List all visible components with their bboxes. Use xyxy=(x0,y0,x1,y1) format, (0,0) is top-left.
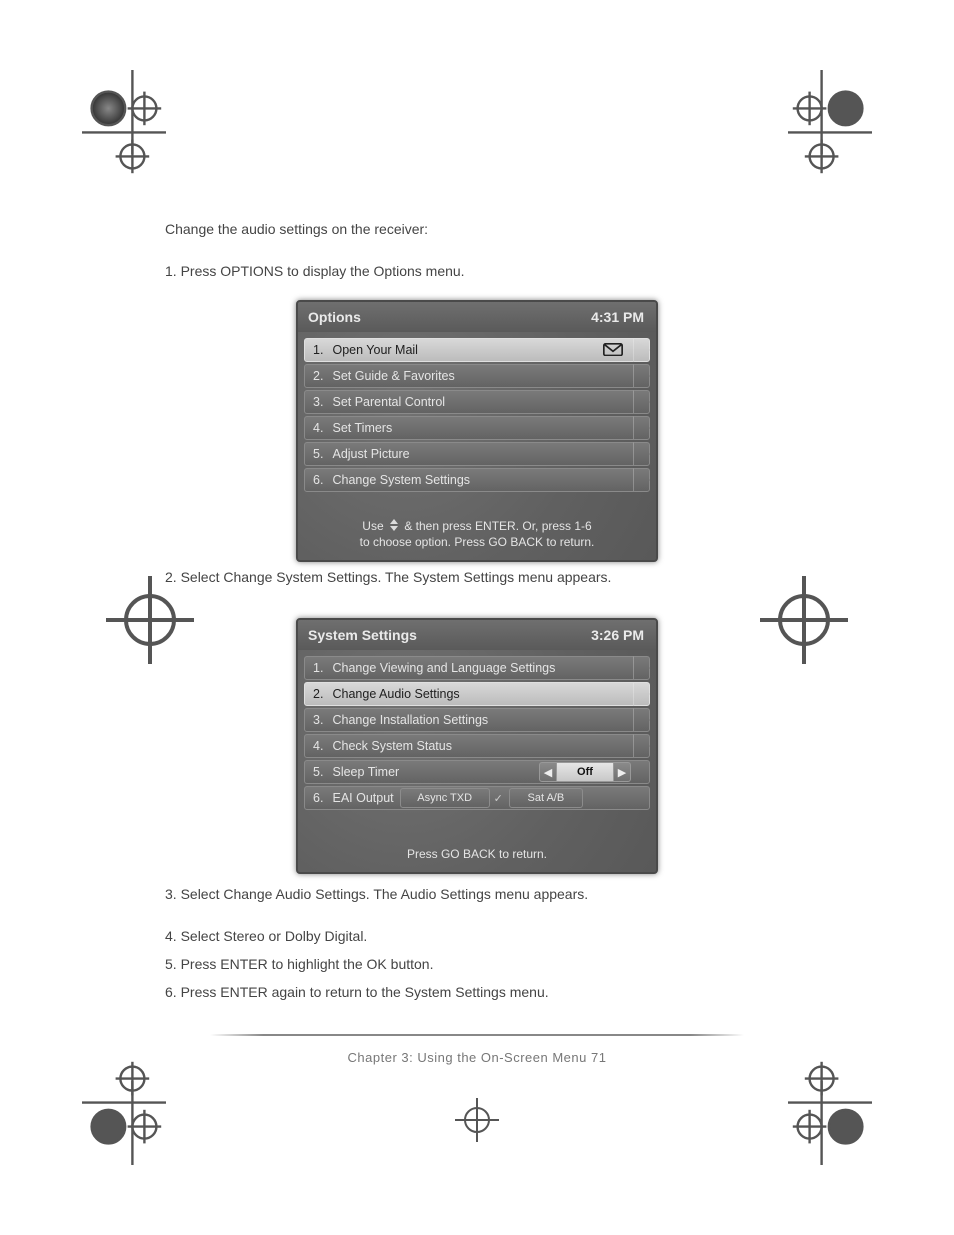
step-1: 1. Press OPTIONS to display the Options … xyxy=(165,262,805,281)
footer-text: Use xyxy=(362,519,387,533)
stepper-right-icon[interactable]: ▶ xyxy=(613,762,631,782)
options-row-1[interactable]: 1. Open Your Mail xyxy=(304,338,650,362)
row-number: 5. xyxy=(313,447,329,461)
row-number: 6. xyxy=(313,473,329,487)
row-label: Adjust Picture xyxy=(332,447,409,461)
row-number: 4. xyxy=(313,739,329,753)
options-header: Options 4:31 PM xyxy=(298,302,656,332)
chevron-right-icon xyxy=(633,338,650,362)
options-row-5[interactable]: 5. Adjust Picture xyxy=(304,442,650,466)
chevron-right-icon xyxy=(633,682,650,706)
stepper-left-icon[interactable]: ◀ xyxy=(539,762,557,782)
footer-text: Press GO BACK to return. xyxy=(407,846,547,862)
footer-rule xyxy=(210,1034,744,1036)
options-title: Options xyxy=(308,309,361,325)
settings-row-4[interactable]: 4. Check System Status xyxy=(304,734,650,758)
system-settings-clock: 3:26 PM xyxy=(591,627,644,643)
row-label: Change Audio Settings xyxy=(332,687,459,701)
row-number: 3. xyxy=(313,395,329,409)
step-6: 6. Press ENTER again to return to the Sy… xyxy=(165,983,805,1002)
row-label: Sleep Timer xyxy=(332,765,399,779)
check-icon: ✓ xyxy=(494,792,503,805)
row-label: Set Timers xyxy=(332,421,392,435)
row-label: Set Guide & Favorites xyxy=(332,369,454,383)
row-number: 6. xyxy=(313,791,329,805)
step-2: 2. Select Change System Settings. The Sy… xyxy=(165,568,805,587)
chevron-right-icon xyxy=(633,708,650,732)
up-down-arrows-icon xyxy=(387,518,401,532)
settings-row-5-sleep-timer[interactable]: 5. Sleep Timer ◀ Off ▶ xyxy=(304,760,650,784)
page-footer-label: Chapter 3: Using the On-Screen Menu 71 xyxy=(348,1050,607,1065)
options-panel: Options 4:31 PM 1. Open Your Mail 2. Set… xyxy=(296,300,658,562)
row-label: EAI Output xyxy=(332,791,393,805)
row-number: 1. xyxy=(313,661,329,675)
chevron-right-icon xyxy=(633,442,650,466)
options-row-2[interactable]: 2. Set Guide & Favorites xyxy=(304,364,650,388)
eai-sat-value[interactable]: Sat A/B xyxy=(509,788,583,808)
row-label: Change System Settings xyxy=(332,473,470,487)
row-label: Change Viewing and Language Settings xyxy=(332,661,555,675)
chevron-right-icon xyxy=(633,734,650,758)
options-row-3[interactable]: 3. Set Parental Control xyxy=(304,390,650,414)
chevron-right-icon xyxy=(633,390,650,414)
system-settings-title: System Settings xyxy=(308,627,417,643)
footer-text: to choose option. Press GO BACK to retur… xyxy=(360,535,595,549)
row-number: 2. xyxy=(313,687,329,701)
options-clock: 4:31 PM xyxy=(591,309,644,325)
system-settings-panel: System Settings 3:26 PM 1. Change Viewin… xyxy=(296,618,658,874)
paragraph-intro: Change the audio settings on the receive… xyxy=(165,220,805,239)
system-settings-footer: Press GO BACK to return. xyxy=(298,840,656,872)
registration-mark-br xyxy=(764,1045,884,1165)
system-settings-header: System Settings 3:26 PM xyxy=(298,620,656,650)
row-label: Open Your Mail xyxy=(332,343,417,357)
row-number: 5. xyxy=(313,765,329,779)
chevron-right-icon xyxy=(633,468,650,492)
settings-row-2[interactable]: 2. Change Audio Settings xyxy=(304,682,650,706)
settings-row-1[interactable]: 1. Change Viewing and Language Settings xyxy=(304,656,650,680)
row-label: Set Parental Control xyxy=(332,395,445,409)
step-3: 3. Select Change Audio Settings. The Aud… xyxy=(165,885,805,904)
row-number: 4. xyxy=(313,421,329,435)
options-row-4[interactable]: 4. Set Timers xyxy=(304,416,650,440)
options-row-6[interactable]: 6. Change System Settings xyxy=(304,468,650,492)
options-footer: Use & then press ENTER. Or, press 1-6 to… xyxy=(298,512,656,560)
eai-mode-value[interactable]: Async TXD xyxy=(400,788,490,808)
chevron-right-icon xyxy=(633,656,650,680)
sleep-timer-value: Off xyxy=(556,762,614,782)
registration-mark-tr xyxy=(764,70,884,190)
chevron-right-icon xyxy=(633,364,650,388)
row-number: 3. xyxy=(313,713,329,727)
settings-row-6-eai-output[interactable]: 6. EAI Output Async TXD ✓ Sat A/B xyxy=(304,786,650,810)
registration-mark-tl xyxy=(70,70,190,190)
chevron-right-icon xyxy=(633,416,650,440)
settings-row-3[interactable]: 3. Change Installation Settings xyxy=(304,708,650,732)
registration-mark-bl xyxy=(70,1045,190,1165)
step-5: 5. Press ENTER to highlight the OK butto… xyxy=(165,955,805,974)
footer-text: & then press ENTER. Or, press 1-6 xyxy=(404,519,591,533)
row-label: Change Installation Settings xyxy=(332,713,488,727)
row-number: 2. xyxy=(313,369,329,383)
mail-icon xyxy=(603,343,623,357)
registration-mark-bc xyxy=(447,1090,507,1150)
sleep-timer-stepper[interactable]: ◀ Off ▶ xyxy=(540,763,631,781)
row-number: 1. xyxy=(313,343,329,357)
step-4: 4. Select Stereo or Dolby Digital. xyxy=(165,927,805,946)
row-label: Check System Status xyxy=(332,739,452,753)
